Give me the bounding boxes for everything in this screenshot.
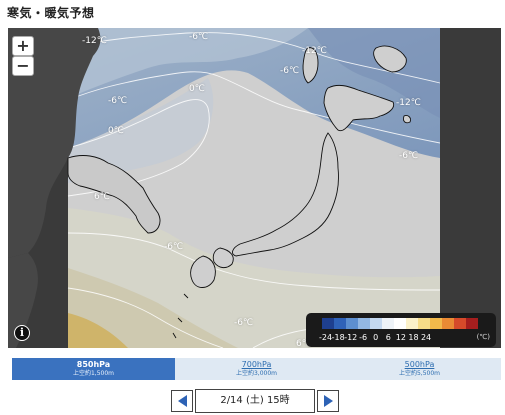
legend-label: -18 [331, 333, 345, 342]
arrow-left-icon [177, 395, 187, 407]
map-right-edge [440, 28, 501, 348]
legend-swatch [454, 318, 466, 329]
isotherm-label: 0℃ [189, 84, 205, 94]
isotherm-label: -12℃ [396, 98, 421, 108]
legend-swatch [394, 318, 406, 329]
time-navigator: 2/14 (土) 15時 [171, 389, 339, 413]
tab-500hpa[interactable]: 500hPa 上空約5,500m [338, 358, 501, 380]
tab-altitude: 上空約3,000m [235, 370, 278, 377]
tab-level: 850hPa [76, 360, 111, 369]
pressure-level-tabs: 850hPa 上空約1,500m 700hPa 上空約3,000m 500hPa… [12, 358, 501, 380]
legend-swatch [466, 318, 478, 329]
legend-swatch [322, 318, 334, 329]
tab-700hpa[interactable]: 700hPa 上空約3,000m [175, 358, 338, 380]
legend-label: -24 [319, 333, 333, 342]
legend-label: 6 [385, 333, 391, 342]
tab-altitude: 上空約5,500m [398, 370, 441, 377]
isotherm-label: -6℃ [234, 318, 254, 328]
tab-altitude: 上空約1,500m [72, 370, 115, 377]
legend-swatch [382, 318, 394, 329]
time-display: 2/14 (土) 15時 [195, 389, 315, 413]
legend-label: -6 [359, 333, 368, 342]
legend-color-bar [322, 318, 478, 329]
legend-swatch [346, 318, 358, 329]
isotherm-label: 6℃ [94, 192, 110, 202]
legend-swatch [418, 318, 430, 329]
isotherm-label: -6℃ [164, 242, 184, 252]
legend-label: 0 [373, 333, 379, 342]
legend-swatch [370, 318, 382, 329]
temperature-map[interactable] [8, 28, 501, 348]
tab-850hpa[interactable]: 850hPa 上空約1,500m [12, 358, 175, 380]
page-title: 寒気・暖気予想 [7, 6, 95, 20]
legend-swatch [430, 318, 442, 329]
legend-swatch [442, 318, 454, 329]
tab-level: 700hPa [241, 360, 272, 369]
zoom-in-button[interactable]: + [12, 36, 34, 56]
legend-label: 24 [420, 333, 432, 342]
legend-label: 12 [395, 333, 406, 342]
tab-level: 500hPa [404, 360, 435, 369]
temperature-legend: -24-18-12 -6 0 6 12 18 24 (℃) [306, 313, 496, 347]
isotherm-label: 0℃ [108, 126, 124, 136]
arrow-right-icon [323, 395, 333, 407]
map-canvas [8, 28, 501, 348]
next-time-button[interactable] [317, 390, 339, 412]
legend-label: -12 [344, 333, 358, 342]
isotherm-label: -6℃ [399, 151, 419, 161]
zoom-out-button[interactable]: − [12, 56, 34, 76]
legend-unit: (℃) [476, 333, 490, 341]
isotherm-label: -6℃ [280, 66, 300, 76]
legend-label: 18 [408, 333, 419, 342]
legend-swatch [334, 318, 346, 329]
prev-time-button[interactable] [171, 390, 193, 412]
legend-labels: -24-18-12 -6 0 6 12 18 24 [319, 333, 432, 342]
isotherm-label: -6℃ [189, 32, 209, 42]
isotherm-label: -6℃ [108, 96, 128, 106]
isotherm-label: -12℃ [302, 46, 327, 56]
isotherm-label: -12℃ [82, 36, 107, 46]
legend-swatch [406, 318, 418, 329]
legend-swatch [358, 318, 370, 329]
info-icon[interactable]: i [14, 325, 30, 341]
